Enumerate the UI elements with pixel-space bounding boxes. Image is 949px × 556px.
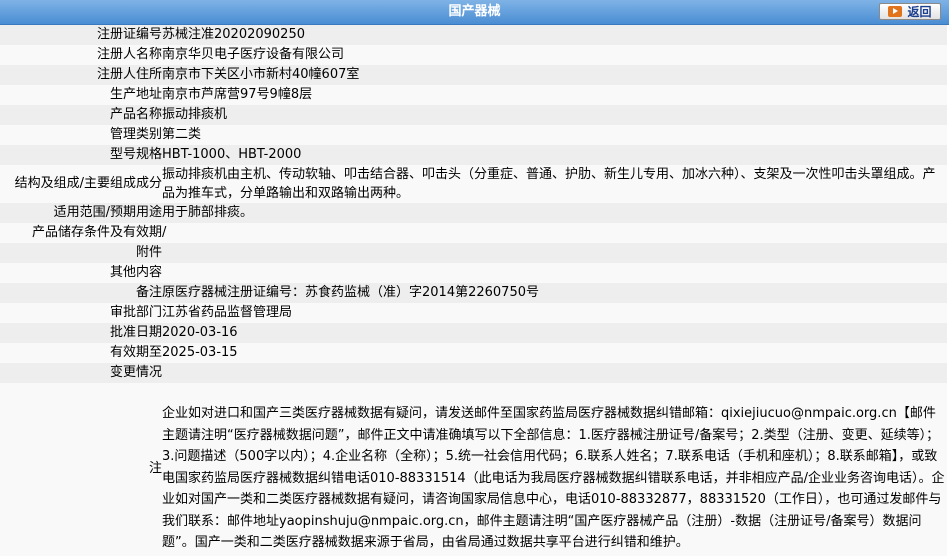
field-label: 变更情况 xyxy=(0,363,162,383)
field-value: 2020-03-16 xyxy=(162,323,947,343)
note-text: 企业如对进口和国产三类医疗器械数据有疑问，请发送邮件至国家药监局医疗器械数据纠错… xyxy=(162,383,947,556)
table-row: 注册人住所 南京市下关区小市新村40幢607室 xyxy=(0,65,947,85)
field-label: 批准日期 xyxy=(0,323,162,343)
field-label: 型号规格 xyxy=(0,145,162,165)
field-value: 南京华贝电子医疗设备有限公司 xyxy=(162,45,947,65)
field-value: 2025-03-15 xyxy=(162,343,947,363)
field-label: 适用范围/预期用途 xyxy=(0,203,162,223)
field-value: 江苏省药品监督管理局 xyxy=(162,303,947,323)
field-label: 附件 xyxy=(0,243,162,263)
field-label: 管理类别 xyxy=(0,125,162,145)
field-label: 审批部门 xyxy=(0,303,162,323)
field-value: 用于肺部排痰。 xyxy=(162,203,947,223)
field-value: 南京市芦席营97号9幢8层 xyxy=(162,85,947,105)
field-label: 其他内容 xyxy=(0,263,162,283)
table-row: 备注 原医疗器械注册证编号：苏食药监械（准）字2014第2260750号 xyxy=(0,283,947,303)
field-label: 有效期至 xyxy=(0,343,162,363)
table-row: 型号规格 HBT-1000、HBT-2000 xyxy=(0,145,947,165)
field-label: 生产地址 xyxy=(0,85,162,105)
table-row: 有效期至 2025-03-15 xyxy=(0,343,947,363)
field-label: 产品储存条件及有效期 xyxy=(0,223,162,243)
back-button-label: 返回 xyxy=(907,5,932,19)
table-row: 其他内容 xyxy=(0,263,947,283)
field-value: / xyxy=(162,223,947,243)
field-value: HBT-1000、HBT-2000 xyxy=(162,145,947,165)
table-row: 产品储存条件及有效期 / xyxy=(0,223,947,243)
table-row: 结构及组成/主要组成成分 振动排痰机由主机、传动软轴、叩击结合器、叩击头（分重症… xyxy=(0,165,947,203)
field-label: 注册人名称 xyxy=(0,45,162,65)
field-value: 振动排痰机 xyxy=(162,105,947,125)
table-row: 批准日期 2020-03-16 xyxy=(0,323,947,343)
page-header: 国产器械 返回 xyxy=(0,0,949,25)
field-value: 南京市下关区小市新村40幢607室 xyxy=(162,65,947,85)
back-button[interactable]: 返回 xyxy=(879,3,941,20)
table-row: 产品名称 振动排痰机 xyxy=(0,105,947,125)
table-row: 注册人名称 南京华贝电子医疗设备有限公司 xyxy=(0,45,947,65)
arrow-right-icon xyxy=(888,6,903,17)
table-row: 管理类别 第二类 xyxy=(0,125,947,145)
field-value xyxy=(162,243,947,263)
field-value: 第二类 xyxy=(162,125,947,145)
field-label: 注册人住所 xyxy=(0,65,162,85)
table-row: 附件 xyxy=(0,243,947,263)
field-label: 注册证编号 xyxy=(0,25,162,45)
field-value xyxy=(162,263,947,283)
field-value: 苏械注准20202090250 xyxy=(162,25,947,45)
table-row: 变更情况 xyxy=(0,363,947,383)
page-title: 国产器械 xyxy=(448,4,501,19)
table-row: 审批部门 江苏省药品监督管理局 xyxy=(0,303,947,323)
table-row: 注册证编号 苏械注准20202090250 xyxy=(0,25,947,45)
field-label: 备注 xyxy=(0,283,162,303)
field-value: 原医疗器械注册证编号：苏食药监械（准）字2014第2260750号 xyxy=(162,283,947,303)
field-label: 产品名称 xyxy=(0,105,162,125)
device-detail-table: 注册证编号 苏械注准20202090250 注册人名称 南京华贝电子医疗设备有限… xyxy=(0,25,947,556)
note-label: 注 xyxy=(0,383,162,556)
note-row: 注 企业如对进口和国产三类医疗器械数据有疑问，请发送邮件至国家药监局医疗器械数据… xyxy=(0,383,947,556)
table-row: 生产地址 南京市芦席营97号9幢8层 xyxy=(0,85,947,105)
table-row: 适用范围/预期用途 用于肺部排痰。 xyxy=(0,203,947,223)
field-value xyxy=(162,363,947,383)
field-value: 振动排痰机由主机、传动软轴、叩击结合器、叩击头（分重症、普通、护肋、新生儿专用、… xyxy=(162,165,947,203)
field-label: 结构及组成/主要组成成分 xyxy=(0,165,162,203)
